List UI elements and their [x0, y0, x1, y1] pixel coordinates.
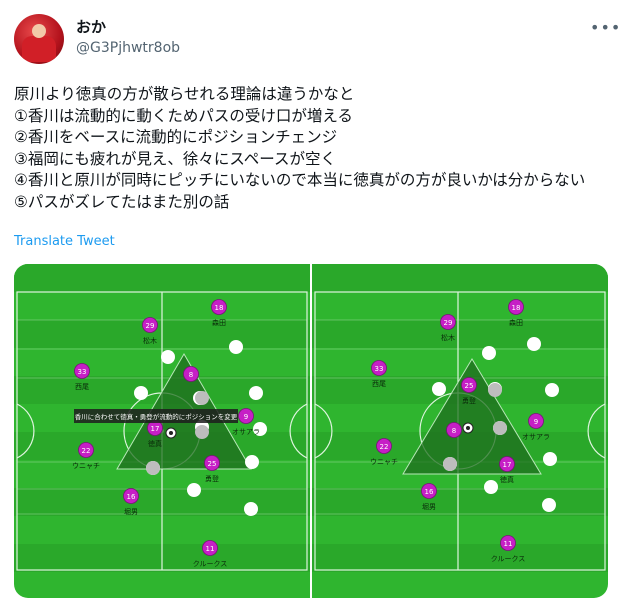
tactics-image: 18 森田 29 松木 33 西尾 8 9 オサアラ 17 徳真 22 ウニャチ 25 勇登 16 堀男 11 クル… — [14, 264, 608, 598]
player-number: 25 — [208, 460, 217, 468]
player-number: 22 — [82, 447, 91, 455]
player-number: 16 — [127, 493, 136, 501]
player-number: 16 — [425, 488, 434, 496]
player-number: 8 — [452, 427, 456, 435]
player-number: 11 — [206, 545, 215, 553]
shadow-marker — [488, 383, 502, 397]
player-name: 松木 — [143, 336, 157, 345]
player-name: 堀男 — [124, 507, 138, 516]
image-divider — [310, 264, 312, 598]
opponent-marker — [542, 498, 556, 512]
ball-patch — [169, 431, 173, 435]
player-number: 29 — [146, 322, 155, 330]
opponent-marker — [545, 383, 559, 397]
profile-avatar[interactable] — [14, 14, 64, 64]
tweet-line: ①香川は流動的に動くためパスの受け口が増える — [14, 106, 353, 125]
player-name: ウニャチ — [72, 462, 100, 470]
player-name: 西尾 — [75, 383, 89, 391]
player-name: 松木 — [441, 333, 455, 342]
player-number: 25 — [465, 382, 474, 390]
opponent-marker — [134, 386, 148, 400]
opponent-marker — [432, 382, 446, 396]
player-name: クルークス — [491, 555, 526, 563]
player-name: クルークス — [193, 560, 228, 568]
shadow-marker — [146, 461, 160, 475]
grass-stripe — [312, 320, 608, 348]
player-name: オサアラ — [232, 428, 260, 436]
tweet-line: ⑤パスがズレてたはまた別の話 — [14, 192, 230, 211]
grass-stripe — [312, 264, 608, 292]
player-number: 11 — [504, 540, 513, 548]
player-number: 18 — [215, 304, 224, 312]
annotation-text: 香川に合わせて徳真・勇登が流動的にポジションを変更 — [75, 412, 238, 421]
player-name: 堀男 — [422, 502, 436, 511]
grass-stripe — [312, 488, 608, 516]
player-number: 8 — [189, 371, 193, 379]
opponent-marker — [527, 337, 541, 351]
display-name[interactable]: おか — [76, 16, 106, 37]
player-name: 西尾 — [372, 380, 386, 388]
translate-tweet-link[interactable]: Translate Tweet — [14, 234, 115, 249]
grass-stripe — [312, 544, 608, 572]
player-number: 18 — [512, 304, 521, 312]
player-number: 22 — [380, 443, 389, 451]
opponent-marker — [161, 350, 175, 364]
tweet-media[interactable]: 18 森田 29 松木 33 西尾 8 9 オサアラ 17 徳真 22 ウニャチ 25 勇登 16 堀男 11 クル… — [14, 264, 608, 598]
user-handle[interactable]: @G3Pjhwtr8ob — [76, 40, 180, 56]
tweet-line: ②香川をベースに流動的にポジションチェンジ — [14, 128, 338, 146]
left-pitch: 18 森田 29 松木 33 西尾 8 9 オサアラ 17 徳真 22 ウニャチ 25 勇登 16 堀男 11 クル… — [14, 264, 310, 598]
player-number: 33 — [375, 365, 384, 373]
opponent-marker — [484, 480, 498, 494]
player-name: 勇登 — [462, 396, 476, 405]
tweet-line: 原川より徳真の方が散らせれる理論は違うかなと — [14, 85, 355, 103]
more-horizontal-icon[interactable]: ••• — [590, 18, 621, 37]
tweet-text: 原川より徳真の方が散らせれる理論は違うかなと ①香川は流動的に動くためパスの受け口… — [14, 84, 614, 213]
player-name: 森田 — [509, 318, 523, 327]
shadow-marker — [195, 425, 209, 439]
opponent-marker — [249, 386, 263, 400]
player-number: 17 — [151, 425, 160, 433]
player-number: 33 — [78, 368, 87, 376]
opponent-marker — [229, 340, 243, 354]
opponent-marker — [543, 452, 557, 466]
opponent-marker — [187, 483, 201, 497]
player-name: オサアラ — [522, 433, 550, 441]
opponent-marker — [245, 455, 259, 469]
player-name: 徳真 — [500, 475, 514, 484]
player-name: 森田 — [212, 318, 226, 327]
shadow-marker — [195, 391, 209, 405]
right-pitch: 18 森田 29 松木 33 西尾 25 勇登 9 オサアラ 8 22 ウニャチ 17 徳真 16 堀男 11 クル… — [312, 264, 608, 598]
player-number: 9 — [244, 413, 248, 421]
opponent-marker — [482, 346, 496, 360]
grass-stripe — [14, 264, 310, 292]
player-number: 17 — [503, 461, 512, 469]
player-number: 29 — [444, 319, 453, 327]
player-name: 徳真 — [148, 439, 162, 448]
tweet-line: ③福岡にも疲れが見え、徐々にスペースが空く — [14, 149, 337, 168]
ball-patch — [466, 426, 470, 430]
player-number: 9 — [534, 418, 538, 426]
player-name: ウニャチ — [370, 458, 398, 466]
tweet-line: ④香川と原川が同時にピッチにいないので本当に徳真がの方が良いかは分からない — [14, 171, 586, 189]
player-name: 勇登 — [205, 474, 219, 483]
opponent-marker — [244, 502, 258, 516]
shadow-marker — [443, 457, 457, 471]
shadow-marker — [493, 421, 507, 435]
